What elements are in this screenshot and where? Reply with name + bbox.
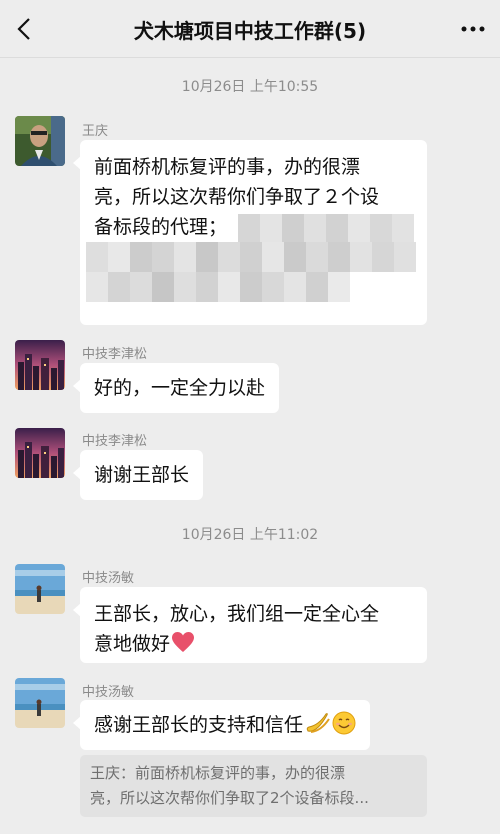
sender-name: 中技李津松	[82, 347, 148, 362]
smile-emoji	[332, 711, 356, 735]
avatar-city-sunset	[15, 340, 65, 390]
message-text: 好的，一定全力以赴	[94, 377, 266, 399]
message-bubble[interactable]: 王部长，放心，我们组一定全心全 意地做好	[73, 587, 427, 663]
sender-name: 中技李津松	[82, 434, 148, 449]
avatar[interactable]	[15, 428, 65, 478]
more-dots-icon	[461, 26, 485, 32]
message-text-line: 王部长，放心，我们组一定全心全	[94, 603, 380, 625]
message-bubble[interactable]: 谢谢王部长	[72, 450, 204, 500]
quote-text-line: 亮，所以这次帮你们争取了2个设备标段...	[90, 789, 369, 807]
avatar-city-sunset	[15, 428, 65, 478]
sender-name: 中技汤敏	[82, 571, 135, 586]
message-bubble[interactable]: 前面桥机标复评的事，办的很漂 亮，所以这次帮你们争取了２个设 备标段的代理；	[73, 140, 427, 325]
chevron-left-icon	[17, 18, 30, 40]
chat-header: 犬木塘项目中技工作群(5)	[0, 0, 500, 58]
sender-name: 王庆	[82, 124, 109, 139]
quoted-message[interactable]: 王庆：前面桥机标复评的事，办的很漂 亮，所以这次帮你们争取了2个设备标段...	[80, 755, 427, 817]
redacted-mosaic	[86, 214, 416, 302]
message-bubble[interactable]: 感谢王部长的支持和信任	[72, 700, 371, 750]
heart-emoji	[172, 632, 195, 652]
timestamp: 10月26日 上午10:55	[181, 79, 319, 95]
avatar-man-photo	[15, 116, 65, 166]
banana-emoji	[306, 713, 330, 733]
avatar[interactable]	[15, 564, 65, 614]
message-text-line: 前面桥机标复评的事，办的很漂	[94, 156, 361, 178]
avatar[interactable]	[15, 116, 65, 166]
quote-text-line: 王庆：前面桥机标复评的事，办的很漂	[90, 764, 346, 782]
more-button[interactable]	[458, 14, 488, 44]
sender-name: 中技汤敏	[82, 685, 135, 700]
back-button[interactable]	[10, 14, 40, 44]
avatar-beach	[15, 678, 65, 728]
avatar[interactable]	[15, 340, 65, 390]
message-bubble[interactable]: 好的，一定全力以赴	[72, 363, 280, 413]
message-text-line: 亮，所以这次帮你们争取了２个设	[94, 186, 380, 208]
chat-title: 犬木塘项目中技工作群(5)	[133, 19, 367, 43]
avatar[interactable]	[15, 678, 65, 728]
timestamp: 10月26日 上午11:02	[181, 527, 319, 543]
avatar-beach	[15, 564, 65, 614]
message-text-line: 意地做好	[94, 633, 171, 655]
message-text: 谢谢王部长	[94, 464, 190, 486]
message-text: 感谢王部长的支持和信任	[94, 714, 304, 736]
